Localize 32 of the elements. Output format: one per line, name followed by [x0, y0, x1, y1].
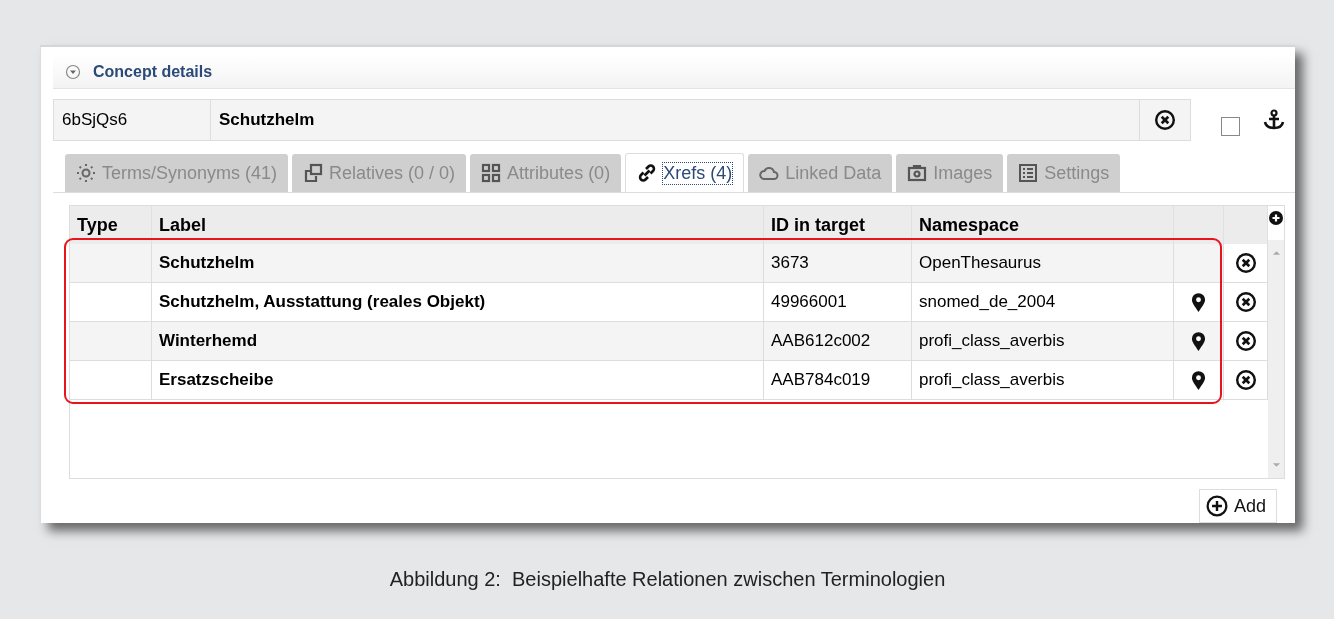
- column-header[interactable]: Namespace: [912, 206, 1174, 244]
- anchor-icon[interactable]: [1262, 108, 1286, 132]
- collapse-icon[interactable]: [65, 63, 81, 80]
- camera-icon: [907, 163, 928, 183]
- table-cell: AAB784c019: [764, 361, 912, 400]
- column-header[interactable]: Type: [70, 206, 152, 244]
- grid-icon: [481, 163, 502, 183]
- column-header[interactable]: Label: [152, 206, 764, 244]
- delete-icon[interactable]: [1234, 291, 1257, 313]
- windows-icon: [303, 163, 324, 183]
- concept-name[interactable]: Schutzhelm: [211, 100, 1139, 140]
- list-icon: [1018, 163, 1039, 183]
- sun-icon: [76, 163, 96, 183]
- map-pin-icon[interactable]: [1191, 369, 1206, 391]
- add-button[interactable]: Add: [1198, 489, 1277, 523]
- close-icon[interactable]: [1154, 109, 1176, 131]
- delete-icon[interactable]: [1234, 369, 1257, 391]
- table-cell: Ersatzscheibe: [152, 361, 764, 400]
- figure-caption: Abbildung 2: Beispielhafte Relationen zwischen Terminologien: [388, 568, 947, 591]
- map-pin-icon[interactable]: [1191, 330, 1206, 352]
- concept-id: 6bSjQs6: [54, 100, 211, 140]
- plus-icon: [1205, 495, 1228, 517]
- table-cell: profi_class_averbis: [912, 361, 1174, 400]
- map-pin-icon[interactable]: [1191, 291, 1206, 313]
- tab[interactable]: Xrefs (4): [625, 153, 745, 192]
- delete-icon[interactable]: [1234, 330, 1257, 352]
- delete-icon[interactable]: [1234, 252, 1257, 274]
- column-header[interactable]: ID in target: [764, 206, 912, 244]
- link-icon: [637, 163, 658, 183]
- panel-title: Concept details: [93, 62, 213, 81]
- checkbox[interactable]: [1221, 116, 1240, 136]
- add-icon[interactable]: [1268, 210, 1284, 226]
